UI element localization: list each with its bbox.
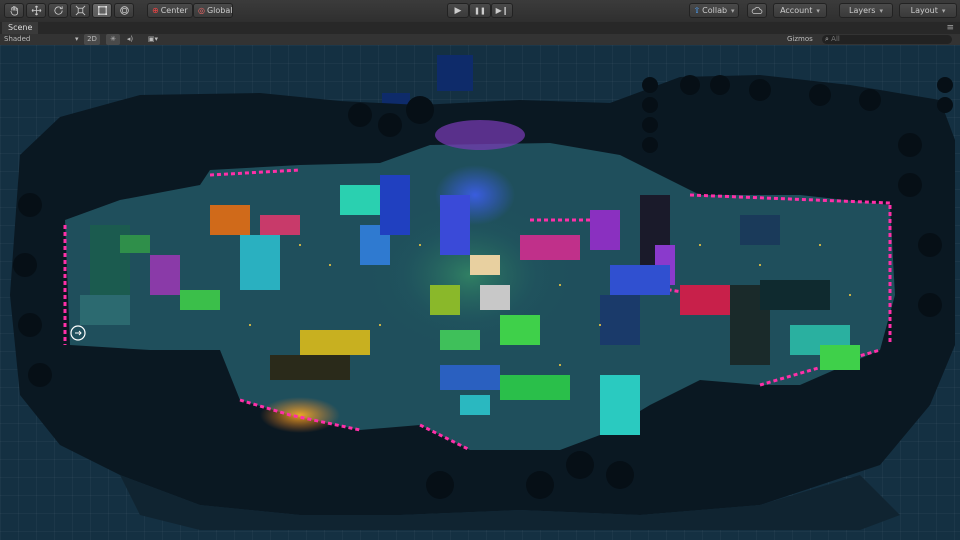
collab-icon: ⇧ (693, 6, 701, 15)
sky-block (455, 55, 473, 91)
sun-icon: ✳ (110, 35, 116, 43)
main-toolbar: ⊕ Center ◎ Global ▶ ❚❚ ▶❙ ⇧ Collab Accou… (0, 0, 960, 23)
image-icon: ▣▾ (147, 35, 159, 43)
cloud-icon (751, 6, 763, 14)
sky-block (437, 55, 455, 91)
layout-dropdown[interactable]: Layout (899, 3, 957, 18)
rect-tool-button[interactable] (92, 3, 112, 18)
rect-transform-icon (97, 5, 107, 16)
collab-dropdown[interactable]: ⇧ Collab (689, 3, 739, 18)
globe-icon: ◎ (198, 6, 205, 15)
play-button[interactable]: ▶ (447, 3, 469, 18)
layers-label: Layers (849, 6, 876, 15)
hand-icon (9, 6, 18, 16)
orange-glow (260, 397, 340, 433)
pivot-mode-button[interactable]: ⊕ Center (147, 3, 193, 18)
scene-viewport[interactable] (0, 45, 960, 540)
rotate-icon (53, 6, 63, 15)
scene-search-placeholder: All (831, 35, 840, 43)
pause-icon: ❚❚ (474, 6, 486, 15)
rotate-tool-button[interactable] (48, 3, 68, 18)
pivot-mode-label: Center (160, 6, 188, 15)
gizmos-label: Gizmos (787, 35, 813, 43)
cloud-button[interactable] (747, 3, 767, 18)
step-button[interactable]: ▶❙ (491, 3, 513, 18)
pivot-icon: ⊕ (152, 6, 159, 15)
move-tool-button[interactable] (26, 3, 46, 18)
layout-label: Layout (910, 6, 938, 15)
collab-label: Collab (702, 6, 728, 15)
pause-button[interactable]: ❚❚ (469, 3, 491, 18)
2d-mode-label: 2D (87, 35, 97, 43)
search-icon: ⌕ (825, 35, 829, 43)
scale-icon (75, 5, 85, 16)
scene-search-field[interactable]: ⌕ All (822, 35, 952, 44)
shading-mode-label: Shaded (4, 35, 31, 43)
scale-tool-button[interactable] (70, 3, 90, 18)
layers-dropdown[interactable]: Layers (839, 3, 893, 18)
shading-mode-dropdown[interactable]: Shaded ▾ (4, 34, 80, 45)
2d-mode-toggle[interactable]: 2D (84, 34, 100, 45)
step-icon: ▶❙ (495, 6, 509, 15)
chevron-down-icon: ▾ (75, 35, 79, 43)
audio-toggle[interactable]: ◂) (124, 34, 136, 45)
speaker-icon: ◂) (126, 35, 134, 43)
lighting-toggle[interactable]: ✳ (106, 34, 120, 45)
account-dropdown[interactable]: Account (773, 3, 827, 18)
effects-dropdown[interactable]: ▣▾ (144, 34, 162, 45)
tab-scene[interactable]: Scene (2, 22, 39, 34)
purple-glow (435, 120, 525, 150)
transform-icon (119, 6, 129, 15)
account-label: Account (780, 6, 813, 15)
gizmos-dropdown[interactable]: Gizmos ▾ (787, 34, 819, 54)
scene-tab-label: Scene (8, 23, 33, 32)
pivot-space-button[interactable]: ◎ Global (193, 3, 233, 18)
level-render (10, 55, 955, 530)
play-icon: ▶ (454, 5, 462, 16)
hand-tool-button[interactable] (4, 3, 24, 18)
transform-tool-button[interactable] (114, 3, 134, 18)
tab-menu-icon[interactable]: ≡ (946, 22, 954, 34)
pivot-space-label: Global (206, 6, 233, 15)
move-icon (31, 5, 41, 16)
